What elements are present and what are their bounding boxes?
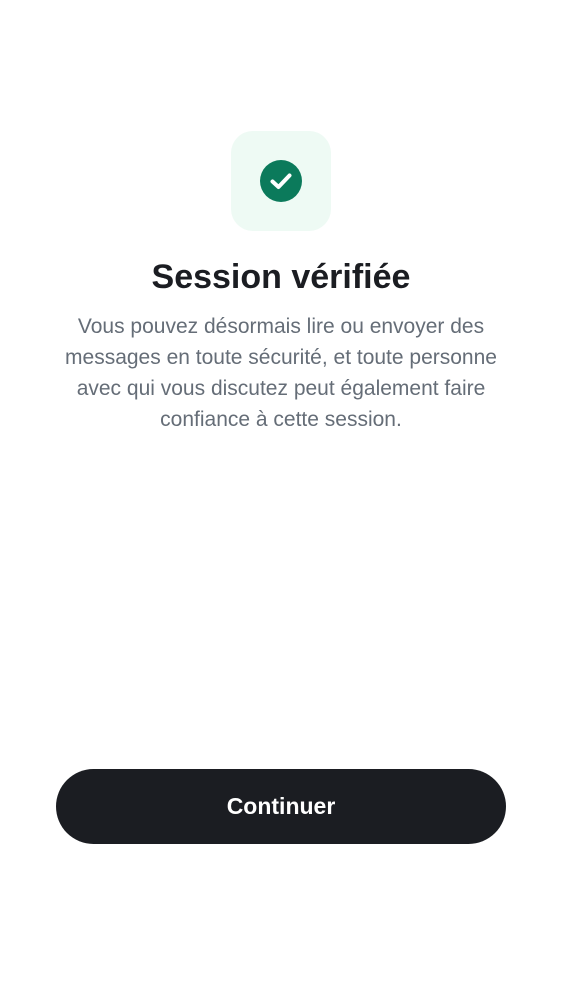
continue-button[interactable]: Continuer — [56, 769, 506, 844]
verification-description: Vous pouvez désormais lire ou envoyer de… — [65, 315, 497, 431]
page-title: Session vérifiée — [151, 258, 411, 296]
checkmark-icon — [260, 160, 302, 202]
success-badge — [260, 160, 302, 202]
success-icon-container — [231, 131, 331, 231]
session-verified-screen: Session vérifiée Vous pouvez désormais l… — [0, 0, 562, 1000]
